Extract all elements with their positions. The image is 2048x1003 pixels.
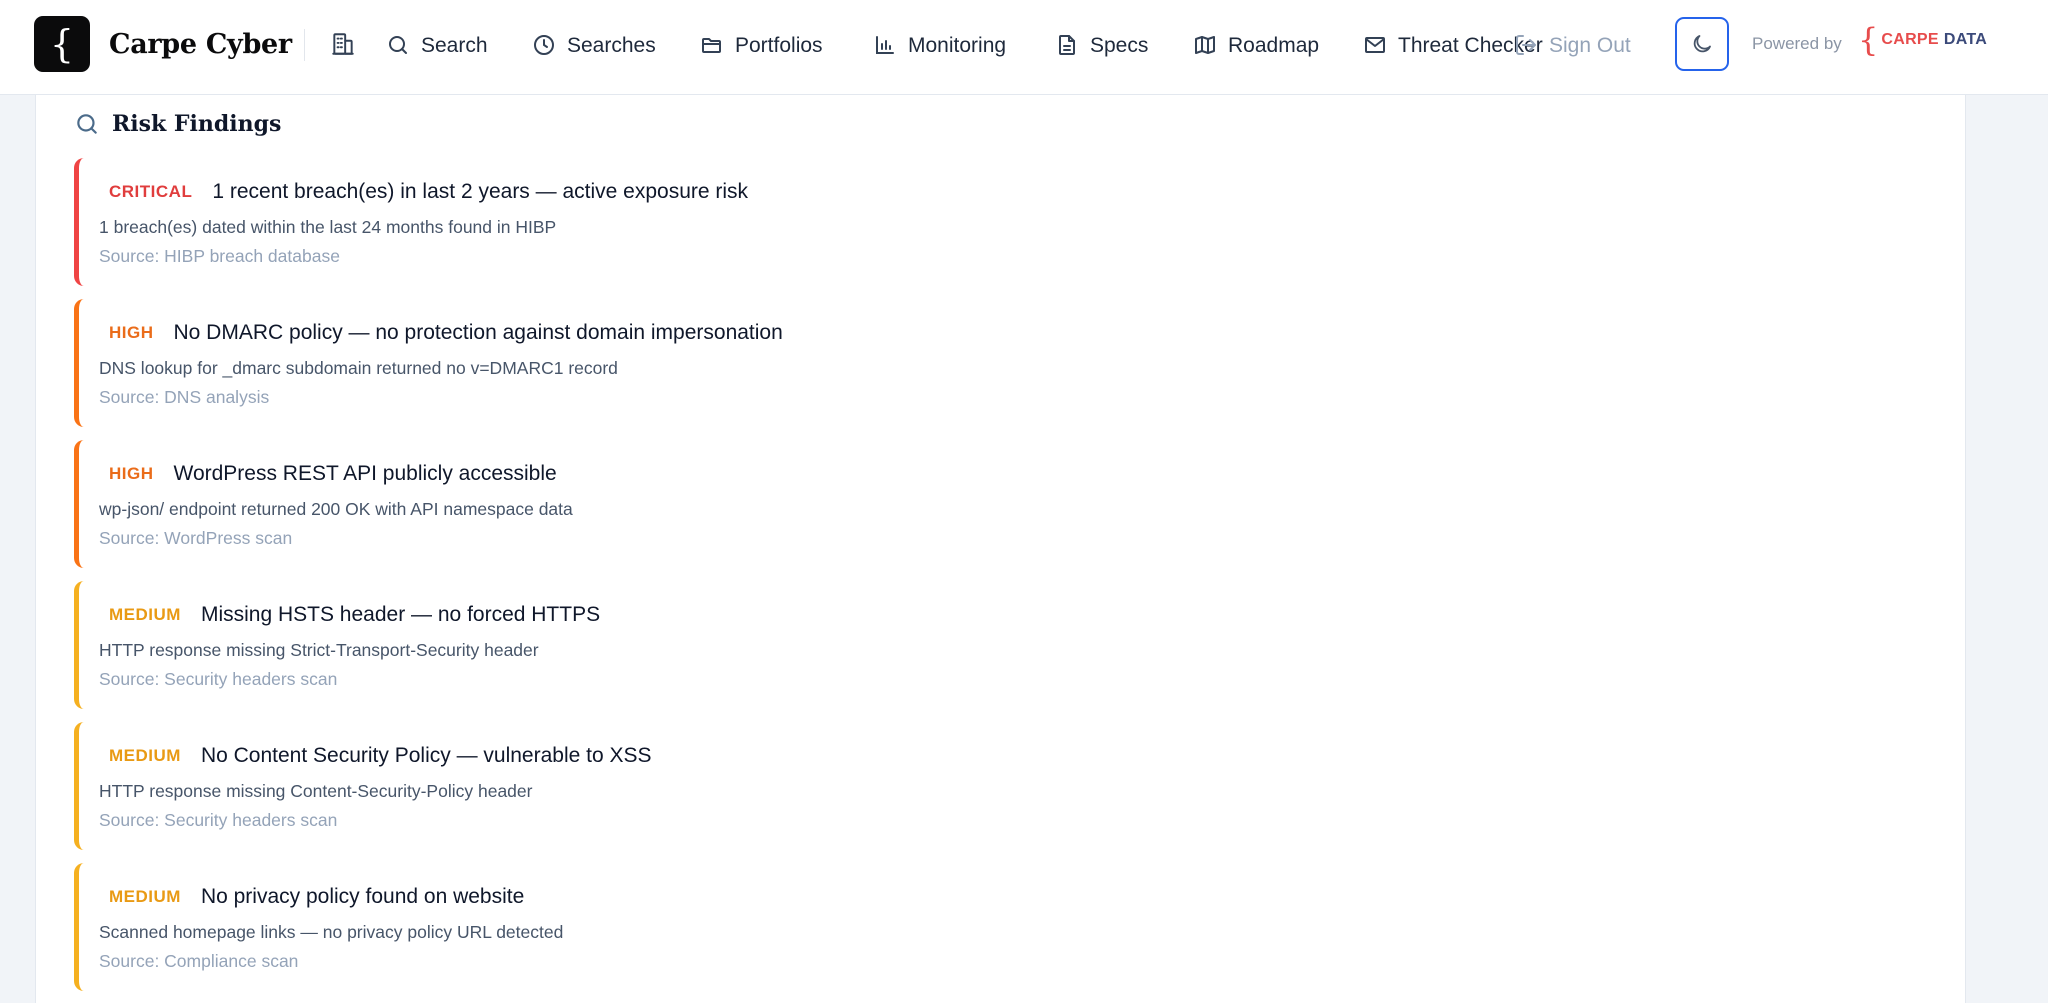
section-title: Risk Findings: [112, 111, 282, 137]
finding-source: Source: Security headers scan: [99, 669, 338, 689]
nav-item-portfolios[interactable]: Portfolios: [700, 26, 823, 64]
section-header: Risk Findings: [74, 111, 281, 137]
powered-by-label: Powered by: [1752, 34, 1842, 53]
partner-logo-part2: DATA: [1943, 31, 1988, 48]
severity-badge: MEDIUM: [109, 887, 181, 906]
brand[interactable]: { Carpe Cyber: [34, 16, 292, 72]
brace-icon: {: [1858, 21, 1879, 59]
sign-out-button[interactable]: Sign Out: [1514, 26, 1631, 64]
building-icon[interactable]: [330, 31, 356, 57]
severity-badge: MEDIUM: [109, 746, 181, 765]
finding-description: DNS lookup for _dmarc subdomain returned…: [99, 358, 618, 378]
clock-icon: [534, 35, 554, 55]
nav-item-label: Monitoring: [908, 33, 1007, 57]
severity-badge: HIGH: [109, 464, 154, 483]
nav-item-label: Portfolios: [735, 33, 823, 57]
finding-source: Source: DNS analysis: [99, 387, 270, 407]
brand-name: Carpe Cyber: [109, 28, 292, 60]
bar-chart-icon: [876, 36, 894, 54]
finding-item[interactable]: MEDIUM No privacy policy found on websit…: [74, 863, 1944, 991]
finding-title: 1 recent breach(es) in last 2 years — ac…: [212, 180, 749, 203]
severity-badge: MEDIUM: [109, 605, 181, 624]
finding-source: Source: WordPress scan: [99, 528, 293, 548]
finding-title: No DMARC policy — no protection against …: [173, 321, 783, 344]
nav-divider: [304, 29, 305, 61]
finding-item[interactable]: HIGH WordPress REST API publicly accessi…: [74, 440, 1944, 568]
finding-source: Source: Security headers scan: [99, 810, 338, 830]
finding-item[interactable]: CRITICAL 1 recent breach(es) in last 2 y…: [74, 158, 1944, 286]
finding-item[interactable]: HIGH No DMARC policy — no protection aga…: [74, 299, 1944, 427]
severity-badge: CRITICAL: [109, 182, 193, 201]
nav-item-specs[interactable]: Specs: [1055, 26, 1148, 64]
risk-findings-card: Risk Findings CRITICAL 1 recent breach(e…: [35, 95, 1966, 1003]
finding-title: WordPress REST API publicly accessible: [173, 462, 557, 485]
nav-item-roadmap[interactable]: Roadmap: [1193, 26, 1319, 64]
top-navigation-bar: { Carpe Cyber Search Searches Portfolios…: [0, 0, 2048, 95]
partner-logo-part1: CARPE: [1881, 31, 1939, 48]
nav-item-label: Specs: [1090, 33, 1149, 57]
finding-title: No Content Security Policy — vulnerable …: [200, 744, 652, 767]
finding-item[interactable]: MEDIUM Missing HSTS header — no forced H…: [74, 581, 1944, 709]
brand-logo: {: [34, 16, 90, 72]
finding-item[interactable]: MEDIUM No Content Security Policy — vuln…: [74, 722, 1944, 850]
nav-item-label: Roadmap: [1228, 33, 1320, 57]
moon-icon: [1693, 35, 1711, 53]
mail-icon: [1365, 37, 1385, 53]
nav-item-search[interactable]: Search: [386, 26, 488, 64]
finding-title: No privacy policy found on website: [200, 885, 525, 908]
document-icon: [1059, 35, 1075, 55]
partner-logo[interactable]: { CARPE DATA: [1858, 24, 1987, 56]
finding-description: wp-json/ endpoint returned 200 OK with A…: [99, 499, 573, 519]
search-icon: [389, 36, 407, 54]
finding-description: Scanned homepage links — no privacy poli…: [99, 922, 564, 942]
finding-source: Source: Compliance scan: [99, 951, 299, 971]
folder-icon: [702, 38, 721, 53]
nav-item-monitoring[interactable]: Monitoring: [873, 26, 1006, 64]
nav-item-label: Searches: [567, 33, 656, 57]
finding-title: Missing HSTS header — no forced HTTPS: [200, 603, 601, 626]
search-icon: [77, 114, 97, 134]
nav-item-searches[interactable]: Searches: [532, 26, 656, 64]
theme-toggle-button[interactable]: [1675, 17, 1729, 71]
severity-badge: HIGH: [109, 323, 154, 342]
sign-out-label: Sign Out: [1549, 33, 1631, 57]
finding-description: 1 breach(es) dated within the last 24 mo…: [99, 217, 557, 237]
finding-source: Source: HIBP breach database: [99, 246, 340, 266]
finding-description: HTTP response missing Content-Security-P…: [99, 781, 533, 801]
nav-item-label: Search: [421, 33, 488, 57]
sign-out-icon: [1516, 35, 1536, 55]
finding-description: HTTP response missing Strict-Transport-S…: [99, 640, 539, 660]
map-icon: [1195, 36, 1215, 54]
